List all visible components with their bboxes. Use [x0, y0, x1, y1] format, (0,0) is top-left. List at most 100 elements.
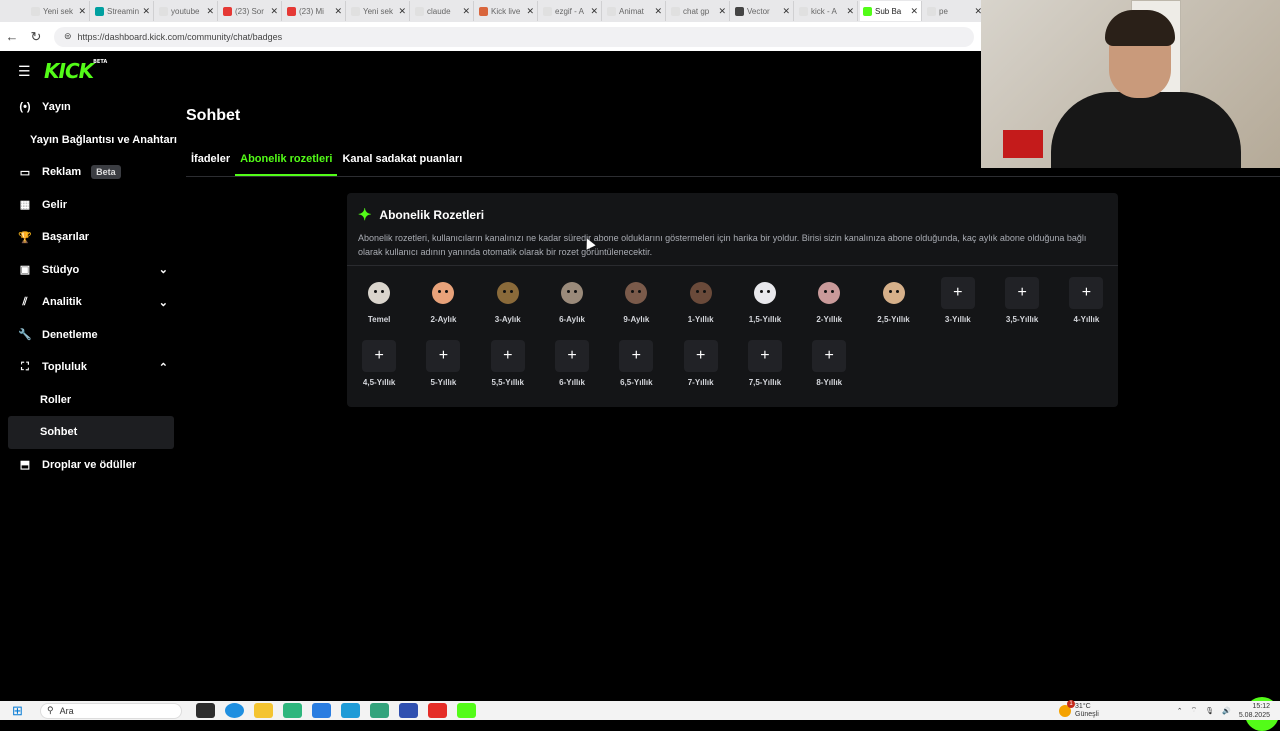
add-badge-button[interactable]: +	[362, 340, 397, 372]
badge-slot[interactable]: +7,5-Yıllık	[733, 340, 797, 387]
browser-tab[interactable]: pe ✕	[924, 1, 986, 21]
tab-close-icon[interactable]: ✕	[142, 6, 150, 17]
clock[interactable]: 15:12 5.08.2025	[1239, 702, 1270, 720]
badge-slot[interactable]: +3-Yıllık	[926, 277, 990, 324]
task-view-icon[interactable]	[196, 703, 215, 718]
app-icon-blue[interactable]	[312, 703, 331, 718]
add-badge-button[interactable]: +	[940, 277, 975, 309]
back-icon[interactable]: ←	[0, 29, 24, 44]
browser-tab[interactable]: Sub Ba ✕	[860, 1, 922, 21]
tab-close-icon[interactable]: ✕	[78, 6, 86, 17]
badge-slot[interactable]: +6,5-Yıllık	[604, 340, 668, 387]
add-badge-button[interactable]: +	[490, 340, 525, 372]
sidebar-item-9[interactable]: ⛶ Topluluk ⌃	[4, 351, 178, 384]
url-field[interactable]: ⊜ https://dashboard.kick.com/community/c…	[54, 26, 974, 47]
add-badge-button[interactable]: +	[1069, 277, 1104, 309]
windows-start-icon[interactable]: ⊞	[12, 703, 32, 719]
mic-icon[interactable]: 🎙	[1205, 707, 1214, 715]
badge-image[interactable]	[555, 277, 589, 309]
sidebar-item-12[interactable]: ⬒ Droplar ve ödüller	[4, 449, 178, 482]
tab-close-icon[interactable]: ✕	[590, 6, 598, 17]
weather-widget[interactable]: 1 31°C Güneşli	[1059, 699, 1099, 719]
tab-close-icon[interactable]: ✕	[334, 6, 342, 17]
browser-tab[interactable]: Streamin ✕	[92, 1, 154, 21]
add-badge-button[interactable]: +	[555, 340, 590, 372]
badge-image[interactable]	[362, 277, 396, 309]
kick-logo[interactable]: KICKBETA	[44, 59, 107, 83]
add-badge-button[interactable]: +	[619, 340, 654, 372]
badge-image[interactable]	[619, 277, 653, 309]
badge-slot[interactable]: +7-Yıllık	[668, 340, 732, 387]
badge-slot[interactable]: +6-Yıllık	[540, 340, 604, 387]
browser-tab[interactable]: Kick live ✕	[476, 1, 538, 21]
tab-3[interactable]: Kanal sadakat puanları	[337, 149, 467, 176]
browser-tab[interactable]: chat gp ✕	[668, 1, 730, 21]
app-icon-light-blue[interactable]	[341, 703, 360, 718]
badge-slot[interactable]: 6-Aylık	[540, 277, 604, 324]
tab-close-icon[interactable]: ✕	[270, 6, 278, 17]
sidebar-item-4[interactable]: ▦ Gelir	[4, 189, 178, 222]
network-icon[interactable]: ⌔	[1191, 706, 1198, 715]
badge-image[interactable]	[748, 277, 782, 309]
browser-tab[interactable]: claude ✕	[412, 1, 474, 21]
add-badge-button[interactable]: +	[812, 340, 847, 372]
badge-slot[interactable]: 1,5-Yıllık	[733, 277, 797, 324]
sidebar-item-2[interactable]: Yayın Bağlantısı ve Anahtarı	[4, 124, 178, 157]
hamburger-menu-icon[interactable]: ☰	[18, 63, 32, 80]
volume-icon[interactable]: 🔊	[1222, 707, 1231, 715]
tab-2[interactable]: Abonelik rozetleri	[235, 149, 338, 176]
chevron-down-icon[interactable]: ⌄	[159, 263, 168, 276]
browser-tab[interactable]: (23) Sor ✕	[220, 1, 282, 21]
edge-icon[interactable]	[225, 703, 244, 718]
sidebar-item-11[interactable]: Sohbet	[8, 416, 174, 449]
badge-slot[interactable]: +4,5-Yıllık	[347, 340, 411, 387]
tab-close-icon[interactable]: ✕	[206, 6, 214, 17]
badge-slot[interactable]: +4-Yıllık	[1054, 277, 1118, 324]
sidebar-item-6[interactable]: ▣ Stüdyo ⌄	[4, 254, 178, 287]
tab-close-icon[interactable]: ✕	[782, 6, 790, 17]
chevron-up-icon[interactable]: ⌃	[159, 361, 168, 374]
sidebar-item-7[interactable]: ⫽ Analitik ⌄	[4, 286, 178, 319]
badge-slot[interactable]: 9-Aylık	[604, 277, 668, 324]
kick-app-icon[interactable]	[457, 703, 476, 718]
browser-tab[interactable]: Yeni sek ✕	[28, 1, 90, 21]
sidebar-item-1[interactable]: (•) Yayın	[4, 91, 178, 124]
site-info-icon[interactable]: ⊜	[64, 31, 72, 42]
badge-image[interactable]	[812, 277, 846, 309]
badge-image[interactable]	[684, 277, 718, 309]
browser-tab[interactable]: ezgif - A ✕	[540, 1, 602, 21]
badge-image[interactable]	[426, 277, 460, 309]
app-icon-teal[interactable]	[370, 703, 389, 718]
add-badge-button[interactable]: +	[1005, 277, 1040, 309]
badge-slot[interactable]: Temel	[347, 277, 411, 324]
browser-tab[interactable]: Animat ✕	[604, 1, 666, 21]
app-icon-green[interactable]	[283, 703, 302, 718]
sidebar-item-10[interactable]: Roller	[4, 384, 178, 417]
youtube-icon[interactable]	[428, 703, 447, 718]
browser-tab[interactable]: kick - A ✕	[796, 1, 858, 21]
badge-slot[interactable]: 3-Aylık	[476, 277, 540, 324]
add-badge-button[interactable]: +	[683, 340, 718, 372]
badge-image[interactable]	[877, 277, 911, 309]
tab-close-icon[interactable]: ✕	[718, 6, 726, 17]
browser-tab[interactable]: Yeni sek ✕	[348, 1, 410, 21]
badge-slot[interactable]: 1-Yıllık	[668, 277, 732, 324]
sidebar-item-8[interactable]: 🔧 Denetleme	[4, 319, 178, 352]
tab-close-icon[interactable]: ✕	[462, 6, 470, 17]
file-explorer-icon[interactable]	[254, 703, 273, 718]
app-icon-news[interactable]	[399, 703, 418, 718]
browser-tab[interactable]: youtube ✕	[156, 1, 218, 21]
badge-image[interactable]	[491, 277, 525, 309]
badge-slot[interactable]: 2,5-Yıllık	[861, 277, 925, 324]
badge-slot[interactable]: 2-Yıllık	[797, 277, 861, 324]
tab-close-icon[interactable]: ✕	[398, 6, 406, 17]
chevron-up-icon[interactable]: ⌃	[1177, 707, 1183, 715]
tab-close-icon[interactable]: ✕	[910, 6, 918, 17]
sidebar-item-3[interactable]: ▭ Reklam Beta	[4, 156, 178, 189]
tab-1[interactable]: İfadeler	[186, 149, 235, 176]
badge-slot[interactable]: 2-Aylık	[411, 277, 475, 324]
badge-slot[interactable]: +3,5-Yıllık	[990, 277, 1054, 324]
browser-tab[interactable]: Vector ✕	[732, 1, 794, 21]
add-badge-button[interactable]: +	[426, 340, 461, 372]
taskbar-search[interactable]: ⚲ Ara	[40, 702, 182, 719]
